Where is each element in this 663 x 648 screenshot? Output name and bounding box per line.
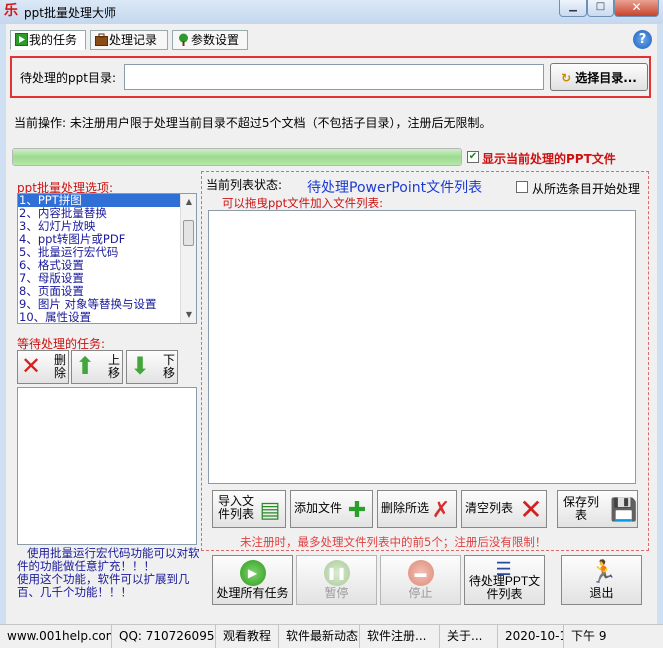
show-current-checkbox[interactable]: ✔ xyxy=(467,151,479,163)
promo-line-1: 使用批量运行宏代码功能可以对软件的功能做任意扩充！！！ xyxy=(17,546,200,573)
tab-settings[interactable]: 参数设置 xyxy=(172,30,248,50)
main-window: 我的任务 处理记录 参数设置 ? 待处理的ppt目录: ↻ 选择目录... 当前操… xyxy=(6,24,657,624)
from-selected-label: 从所选条目开始处理 xyxy=(532,182,641,196)
from-selected-checkbox[interactable] xyxy=(516,181,528,193)
move-up-button[interactable]: ⬆ 上移 xyxy=(71,350,123,384)
choose-directory-label: 选择目录... xyxy=(575,70,637,85)
status-tutorial-link[interactable]: 观看教程 xyxy=(216,625,279,648)
briefcase-icon xyxy=(95,33,108,46)
status-date: 2020-10-14 xyxy=(498,625,564,648)
directory-panel: 待处理的ppt目录: ↻ 选择目录... xyxy=(10,56,651,98)
window-title: ppt批量处理大师 xyxy=(24,6,116,20)
delete-selected-label: 删除所选 xyxy=(381,501,430,515)
status-time: 下午 9 xyxy=(571,629,607,643)
promo-text: 使用批量运行宏代码功能可以对软件的功能做任意扩充！！！ 使用这个功能，软件可以扩… xyxy=(17,547,203,599)
help-icon[interactable]: ? xyxy=(633,30,652,49)
pause-button[interactable]: ❚❚ 暂停 xyxy=(296,555,377,605)
move-up-label: 上移 xyxy=(108,353,121,380)
scroll-up-arrow-icon[interactable]: ▲ xyxy=(181,194,196,210)
add-file-button[interactable]: 添加文件 ✚ xyxy=(290,490,373,528)
file-list[interactable] xyxy=(208,210,636,484)
delete-file-icon: ✗ xyxy=(431,497,451,522)
file-list-panel: 当前列表状态: 待处理PowerPoint文件列表 从所选条目开始处理 可以拖曳… xyxy=(201,171,649,551)
delete-task-button[interactable]: ✕ 删除 xyxy=(17,350,69,384)
tab-label: 参数设置 xyxy=(191,33,240,47)
minimize-button[interactable]: ▁ xyxy=(559,0,587,17)
stop-button[interactable]: ▬ 停止 xyxy=(380,555,461,605)
scroll-down-arrow-icon[interactable]: ▼ xyxy=(181,307,196,323)
promo-line-2: 使用这个功能，软件可以扩展到几百、几千个功能！！！ xyxy=(17,572,190,599)
maximize-button[interactable]: □ xyxy=(587,0,614,17)
import-list-button[interactable]: 导入文件列表 ▤ xyxy=(212,490,286,528)
move-down-label: 下移 xyxy=(163,353,176,380)
save-list-button[interactable]: 保存列表 💾 xyxy=(557,490,638,528)
status-bar: www.001help.com QQ: 710726095 观看教程 软件最新动… xyxy=(0,624,663,648)
progress-fill xyxy=(13,149,461,165)
folder-arrow-icon: ↻ xyxy=(561,70,572,85)
file-list-title: 待处理PowerPoint文件列表 xyxy=(307,180,483,196)
options-scrollbar[interactable]: ▲ ▼ xyxy=(180,194,196,323)
list-status-label: 当前列表状态: xyxy=(206,178,283,192)
move-down-button[interactable]: ⬇ 下移 xyxy=(126,350,178,384)
pending-task-list[interactable] xyxy=(17,387,197,545)
tab-records[interactable]: 处理记录 xyxy=(90,30,168,50)
current-operation-text: 当前操作: 未注册用户限于处理当前目录不超过5个文档（不包括子目录），注册后无限… xyxy=(14,116,492,130)
tab-label: 处理记录 xyxy=(109,33,158,47)
save-list-label: 保存列表 xyxy=(562,495,599,522)
directory-label: 待处理的ppt目录: xyxy=(20,71,116,85)
process-all-label: 处理所有任务 xyxy=(216,586,289,600)
arrow-down-icon: ⬇ xyxy=(130,353,151,380)
status-about-link[interactable]: 关于... xyxy=(440,625,498,648)
floppy-disk-icon: 💾 xyxy=(610,497,638,522)
options-list[interactable]: 1、PPT拼图 2、内容批量替换 3、幻灯片放映 4、ppt转图片或PDF 5、… xyxy=(17,193,197,324)
delete-task-label: 删除 xyxy=(54,353,67,380)
add-file-label: 添加文件 xyxy=(294,501,343,515)
status-register-link[interactable]: 软件注册... xyxy=(360,625,440,648)
play-icon xyxy=(15,33,28,46)
limit-notice: 未注册时，最多处理文件列表中的前5个；注册后没有限制！ xyxy=(240,535,547,549)
pending-list-label: 待处理PPT文件列表 xyxy=(468,574,541,601)
play-icon: ▶ xyxy=(239,560,266,586)
exit-label: 退出 xyxy=(589,586,614,600)
add-file-icon: ✚ xyxy=(347,497,367,522)
delete-x-icon: ✕ xyxy=(21,353,42,380)
clear-x-icon: ✕ xyxy=(519,494,543,525)
scrollbar-thumb[interactable] xyxy=(183,220,194,246)
status-website[interactable]: www.001help.com xyxy=(0,625,112,648)
import-list-label: 导入文件列表 xyxy=(217,494,254,521)
app-logo-icon: 乐 xyxy=(4,3,18,19)
pause-label: 暂停 xyxy=(324,586,349,600)
clear-list-label: 清空列表 xyxy=(465,501,514,515)
delete-selected-button[interactable]: 删除所选 ✗ xyxy=(377,490,457,528)
directory-input[interactable] xyxy=(124,64,544,90)
status-qq: QQ: 710726095 xyxy=(112,625,216,648)
exit-button[interactable]: 🏃 退出 xyxy=(561,555,642,605)
tab-my-tasks[interactable]: 我的任务 xyxy=(10,30,86,50)
tree-icon xyxy=(179,33,188,46)
tab-label: 我的任务 xyxy=(29,33,78,47)
stop-label: 停止 xyxy=(408,586,433,600)
title-bar: 乐 ppt批量处理大师 ▁ □ ✕ xyxy=(0,0,663,24)
list-item[interactable]: 10、属性设置 xyxy=(18,311,196,324)
process-all-button[interactable]: ▶ 处理所有任务 xyxy=(212,555,293,605)
stop-icon: ▬ xyxy=(407,560,434,586)
pending-list-button[interactable]: ☰ 待处理PPT文件列表 xyxy=(464,555,545,605)
choose-directory-button[interactable]: ↻ 选择目录... xyxy=(550,63,648,91)
running-man-icon: 🏃 xyxy=(589,559,617,584)
arrow-up-icon: ⬆ xyxy=(75,353,96,380)
status-news-link[interactable]: 软件最新动态 xyxy=(279,625,360,648)
show-current-label: 显示当前处理的PPT文件 xyxy=(482,152,616,166)
close-button[interactable]: ✕ xyxy=(614,0,659,17)
pause-icon: ❚❚ xyxy=(323,560,350,586)
progress-bar xyxy=(12,148,462,166)
import-icon: ▤ xyxy=(259,497,281,522)
drag-hint: 可以拖曳ppt文件加入文件列表: xyxy=(222,196,383,210)
clear-list-button[interactable]: 清空列表 ✕ xyxy=(461,490,547,528)
